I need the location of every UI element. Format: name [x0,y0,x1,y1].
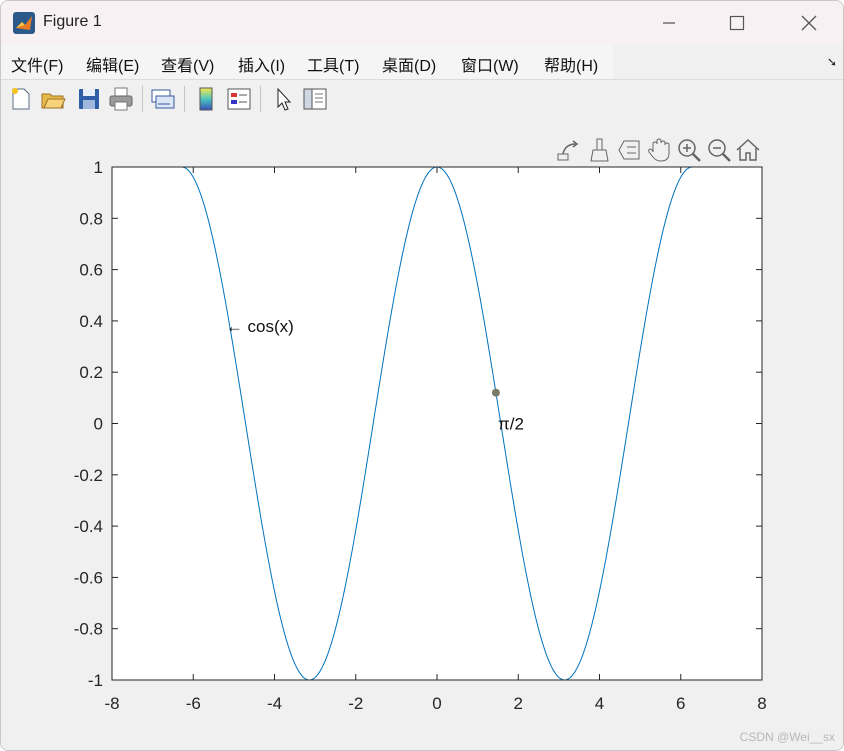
edit-plot-icon[interactable] [269,85,297,113]
figure-area: -8 -6 -4 -2 0 2 4 6 8 -1 -0.8 -0.6 -0.4 -0.2 0 0.2 0.4 0.… [1,120,843,750]
dock-arrow-icon[interactable]: ➘ [827,55,837,69]
y-tick-label: -1 [88,671,103,690]
x-tick-label: -2 [348,694,363,713]
open-file-icon[interactable] [39,85,67,113]
x-tick-label: 2 [514,694,523,713]
x-tick-label: -4 [267,694,282,713]
close-icon [801,15,817,31]
minimize-button[interactable] [647,7,691,39]
menu-tools[interactable]: 工具(T) [307,52,359,76]
y-tick-label: 0 [94,415,103,434]
plot-axes[interactable]: -8 -6 -4 -2 0 2 4 6 8 -1 -0.8 -0.6 -0.4 -0.2 0 0.2 0.4 0.… [1,120,843,750]
x-tick-label: 0 [432,694,441,713]
new-figure-icon[interactable] [7,85,35,113]
menu-insert[interactable]: 插入(I) [238,52,285,76]
menu-view[interactable]: 查看(V) [161,52,214,76]
y-tick-label: 0.8 [79,209,103,228]
title-bar: Figure 1 [1,1,843,45]
maximize-button[interactable] [715,7,759,39]
y-tick-label: 0.2 [79,363,103,382]
figure-window: Figure 1 文件(F) 编辑(E) 查看(V) 插入(I) 工具(T) 桌… [0,0,844,751]
y-tick-label: 1 [94,158,103,177]
x-tick-label: -6 [186,694,201,713]
figure-toolbar [1,79,843,121]
axes-background [112,167,762,680]
toolbar-separator [142,86,143,112]
x-tick-label: -8 [104,694,119,713]
annotation-text: ← cos(x) [226,317,294,336]
annotation-text: π/2 [498,415,524,434]
menu-edit[interactable]: 编辑(E) [86,52,139,76]
data-point-marker [491,388,500,397]
menu-window[interactable]: 窗口(W) [461,52,519,76]
link-plot-icon[interactable] [149,85,177,113]
menu-help[interactable]: 帮助(H) [544,52,598,76]
x-tick-label: 4 [595,694,604,713]
y-tick-label: -0.6 [74,568,103,587]
x-tick-label: 6 [676,694,685,713]
watermark: CSDN @Wei__sx [739,730,835,744]
toolbar-separator [184,86,185,112]
y-tick-label: -0.8 [74,620,103,639]
x-tick-label: 8 [757,694,766,713]
save-icon[interactable] [75,85,103,113]
y-tick-label: -0.4 [74,517,103,536]
menu-file[interactable]: 文件(F) [11,52,63,76]
matlab-icon [13,12,35,34]
print-icon[interactable] [107,85,135,113]
toolbar-separator [260,86,261,112]
menu-desktop[interactable]: 桌面(D) [382,52,436,76]
y-tick-label: -0.2 [74,466,103,485]
y-tick-label: 0.6 [79,261,103,280]
y-tick-label: 0.4 [79,312,103,331]
menu-bar: 文件(F) 编辑(E) 查看(V) 插入(I) 工具(T) 桌面(D) 窗口(W… [1,45,843,79]
window-title: Figure 1 [43,13,102,30]
property-inspector-icon[interactable] [301,85,329,113]
maximize-icon [729,15,745,31]
colorbar-icon[interactable] [192,85,220,113]
legend-icon[interactable] [225,85,253,113]
minimize-icon [663,22,675,24]
close-button[interactable] [787,7,831,39]
